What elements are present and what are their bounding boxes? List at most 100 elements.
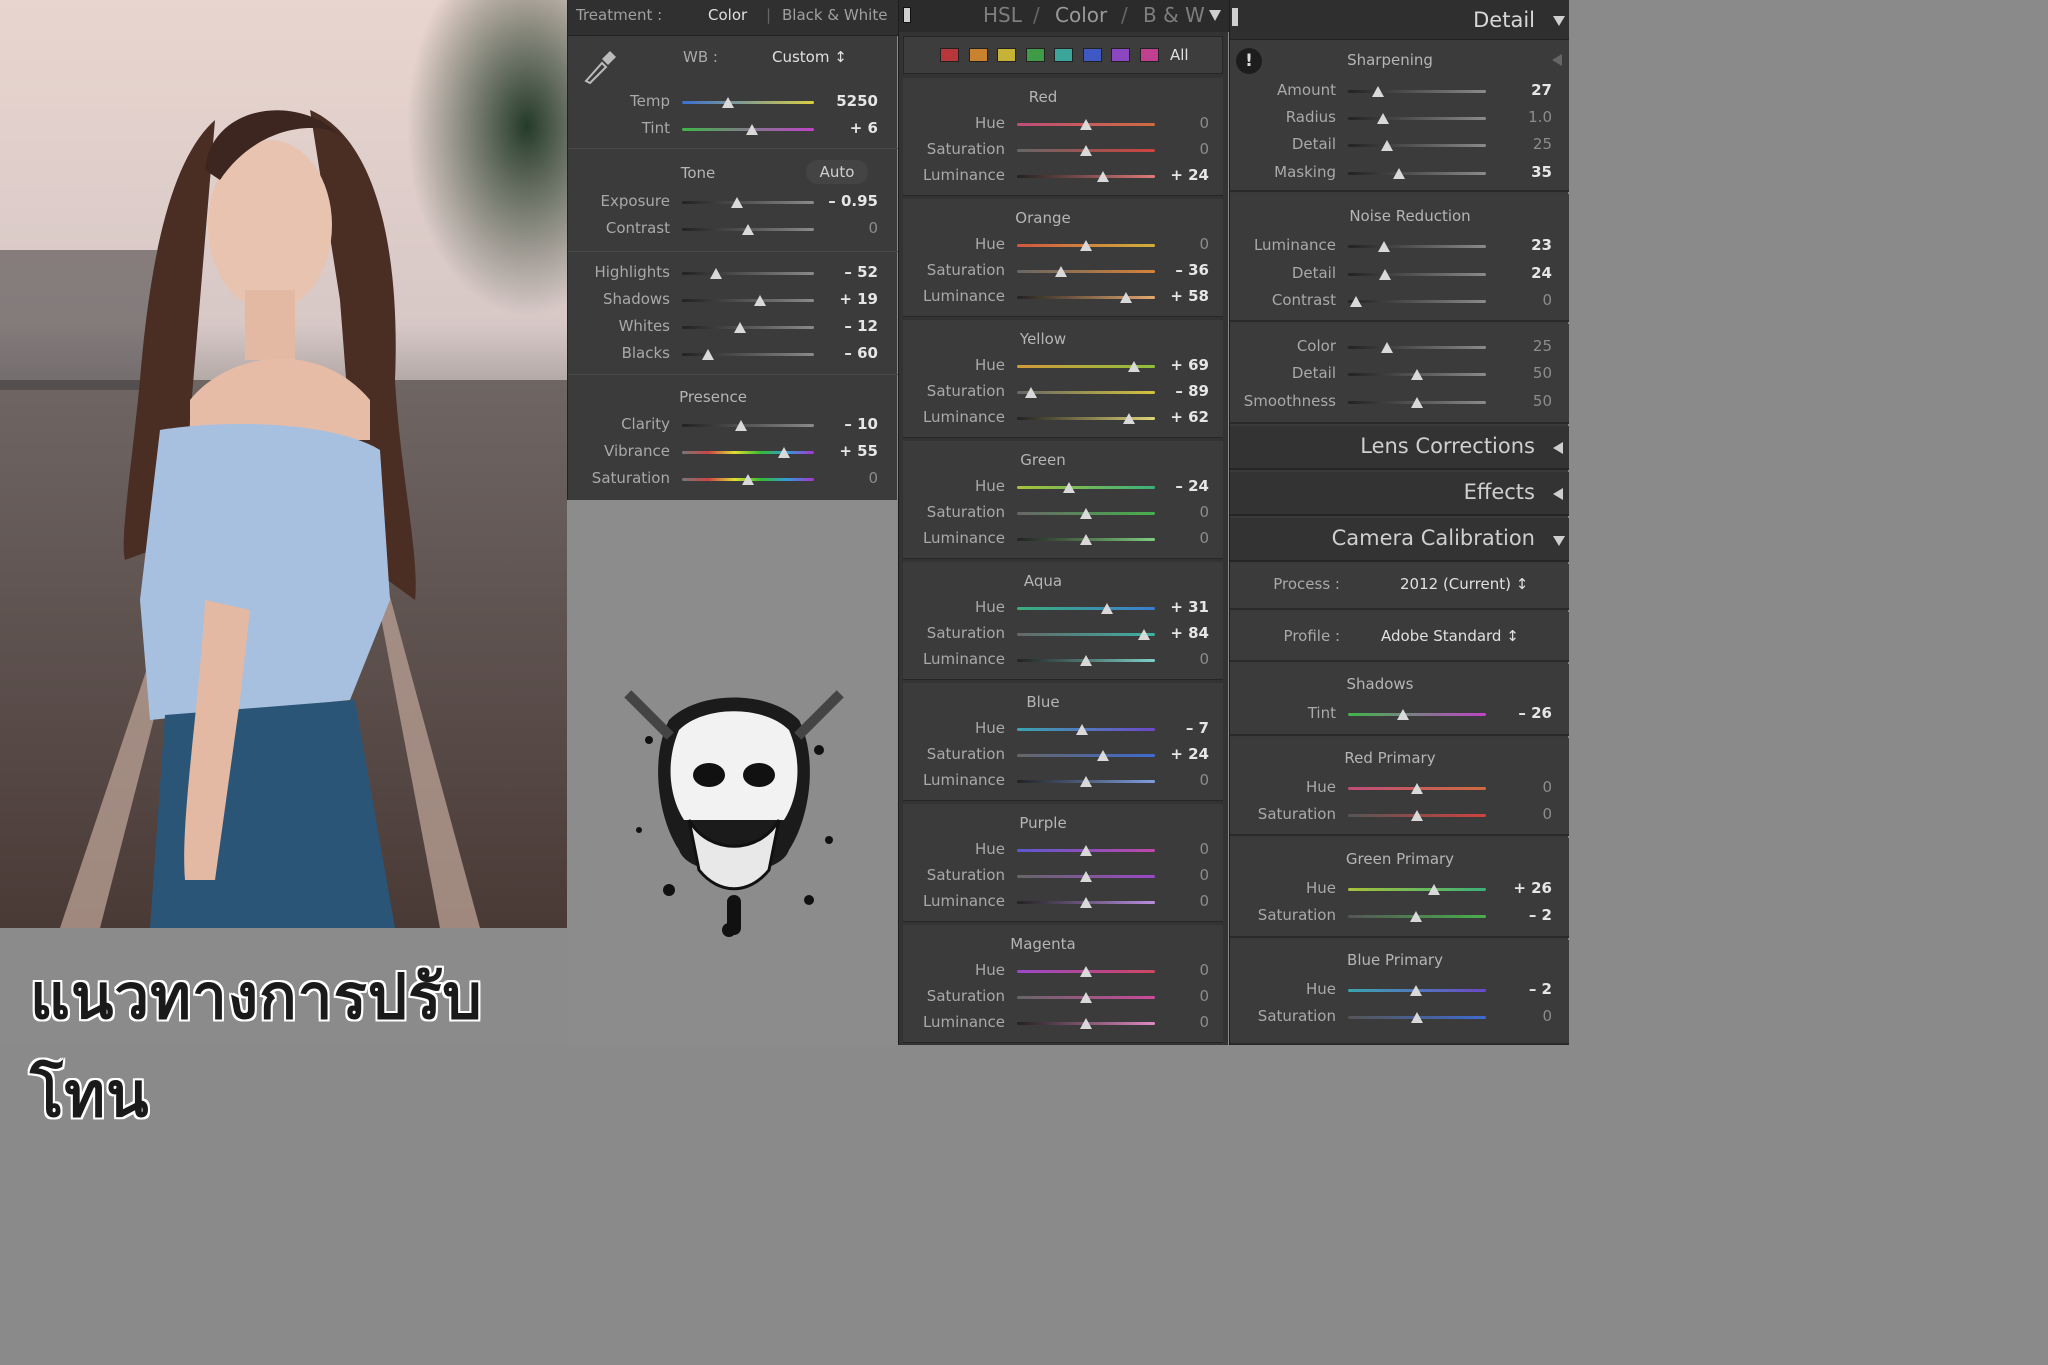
tab-hsl[interactable]: HSL [983, 3, 1022, 27]
blacks-slider-thumb[interactable] [702, 349, 715, 360]
magenta-hue-value[interactable]: 0 [1153, 961, 1209, 979]
color-swatch[interactable] [940, 48, 959, 62]
vibrance-slider-track[interactable] [682, 451, 814, 454]
yellow-hue-slider-thumb[interactable] [1128, 361, 1141, 372]
noise-nr_cdetail-slider-thumb[interactable] [1411, 369, 1423, 380]
red-hue-slider-thumb[interactable] [1080, 119, 1092, 130]
purple-saturation-slider-thumb[interactable] [1080, 871, 1092, 882]
eyedropper-icon[interactable] [578, 45, 620, 87]
purple-saturation-value[interactable]: 0 [1153, 866, 1209, 884]
blue-hue-value[interactable]: – 7 [1153, 719, 1209, 737]
magenta-luminance-slider-thumb[interactable] [1080, 1018, 1092, 1029]
orange-luminance-value[interactable]: + 58 [1153, 287, 1209, 305]
vibrance-value[interactable]: + 55 [818, 442, 878, 460]
magenta-saturation-slider-thumb[interactable] [1080, 992, 1092, 1003]
noise-nr_lum-slider-thumb[interactable] [1377, 241, 1390, 252]
green-saturation-slider-thumb[interactable] [1080, 508, 1092, 519]
sharpen-detail-slider-thumb[interactable] [1380, 140, 1393, 151]
green-hue-slider-thumb[interactable] [1063, 482, 1076, 493]
whites-value[interactable]: – 12 [818, 317, 878, 335]
aqua-hue-slider-track[interactable] [1017, 607, 1155, 610]
green-hue-slider-track[interactable] [1017, 486, 1155, 489]
calibration-header[interactable]: Camera Calibration [1230, 518, 1569, 562]
warning-icon[interactable]: ! [1236, 48, 1262, 74]
exposure-slider-track[interactable] [682, 201, 814, 204]
orange-hue-value[interactable]: 0 [1153, 235, 1209, 253]
shadows-value[interactable]: + 19 [818, 290, 878, 308]
purple-luminance-value[interactable]: 0 [1153, 892, 1209, 910]
green-sat-slider-thumb[interactable] [1409, 911, 1422, 922]
treatment-bw-button[interactable]: Black & White [782, 6, 887, 24]
process-dropdown[interactable]: 2012 (Current) ↕ [1400, 575, 1528, 593]
blue-sat-slider-thumb[interactable] [1411, 1012, 1423, 1023]
sharpen-masking-slider-thumb[interactable] [1393, 168, 1406, 179]
red-sat-slider-thumb[interactable] [1411, 810, 1423, 821]
clarity-slider-track[interactable] [682, 424, 814, 427]
shadows-slider-thumb[interactable] [753, 295, 766, 306]
orange-hue-slider-thumb[interactable] [1080, 240, 1092, 251]
auto-button[interactable]: Auto [806, 160, 868, 184]
sharpen-radius-value[interactable]: 1.0 [1488, 108, 1552, 126]
sharpen-masking-slider-track[interactable] [1348, 172, 1486, 175]
panel-switch-icon[interactable] [903, 7, 911, 23]
effects-header[interactable]: Effects [1230, 472, 1569, 516]
temp-slider-thumb[interactable] [722, 97, 735, 108]
blue-luminance-slider-thumb[interactable] [1080, 776, 1092, 787]
noise-nr_color-slider-track[interactable] [1348, 346, 1486, 349]
highlights-slider-thumb[interactable] [710, 268, 723, 279]
noise-nr_detail-slider-thumb[interactable] [1379, 269, 1392, 280]
lens-corrections-header[interactable]: Lens Corrections [1230, 426, 1569, 470]
red-luminance-slider-thumb[interactable] [1096, 171, 1109, 182]
all-button[interactable]: All [1170, 46, 1189, 64]
red-hue-value[interactable]: 0 [1153, 114, 1209, 132]
panel-switch-icon[interactable] [1232, 8, 1238, 26]
noise-nr_smooth-slider-thumb[interactable] [1411, 397, 1423, 408]
color-swatch[interactable] [1082, 48, 1102, 62]
purple-hue-value[interactable]: 0 [1153, 840, 1209, 858]
sharpen-amount-slider-track[interactable] [1348, 90, 1486, 93]
orange-saturation-slider-track[interactable] [1017, 270, 1155, 273]
blue-saturation-value[interactable]: + 24 [1153, 745, 1209, 763]
red-luminance-slider-track[interactable] [1017, 175, 1155, 178]
green-hue-slider-thumb[interactable] [1427, 884, 1440, 895]
contrast-value[interactable]: 0 [818, 219, 878, 237]
green-luminance-value[interactable]: 0 [1153, 529, 1209, 547]
orange-luminance-slider-thumb[interactable] [1120, 292, 1133, 303]
red-hue-slider-thumb[interactable] [1411, 783, 1423, 794]
vibrance-slider-thumb[interactable] [777, 447, 790, 458]
color-swatch[interactable] [1025, 48, 1045, 62]
blue-hue-slider-thumb[interactable] [1409, 985, 1422, 996]
clarity-slider-thumb[interactable] [735, 420, 748, 431]
clarity-value[interactable]: – 10 [818, 415, 878, 433]
calib-tint-slider-thumb[interactable] [1397, 709, 1410, 720]
noise-nr_detail-slider-track[interactable] [1348, 273, 1486, 276]
blue-sat-value[interactable]: 0 [1488, 1007, 1552, 1025]
collapse-down-icon[interactable] [1553, 16, 1565, 26]
tab-bw[interactable]: B & W [1143, 3, 1205, 27]
color-swatch[interactable] [1111, 48, 1130, 62]
temp-value[interactable]: 5250 [818, 92, 878, 110]
blue-luminance-value[interactable]: 0 [1153, 771, 1209, 789]
saturation-slider-thumb[interactable] [742, 474, 754, 485]
profile-dropdown[interactable]: Adobe Standard ↕ [1381, 627, 1519, 645]
contrast-slider-thumb[interactable] [742, 224, 754, 235]
whites-slider-track[interactable] [682, 326, 814, 329]
sharpen-radius-slider-track[interactable] [1348, 117, 1486, 120]
magenta-luminance-value[interactable]: 0 [1153, 1013, 1209, 1031]
calib-tint-value[interactable]: – 26 [1488, 704, 1552, 722]
orange-saturation-slider-thumb[interactable] [1055, 266, 1068, 277]
aqua-saturation-value[interactable]: + 84 [1153, 624, 1209, 642]
noise-nr_contrast-slider-track[interactable] [1348, 300, 1486, 303]
blue-hue-slider-thumb[interactable] [1075, 724, 1088, 735]
tab-color[interactable]: Color [1055, 3, 1107, 27]
tint-value[interactable]: + 6 [818, 119, 878, 137]
magenta-hue-slider-thumb[interactable] [1080, 966, 1092, 977]
blue-saturation-slider-thumb[interactable] [1096, 750, 1109, 761]
expand-left-icon[interactable] [1553, 488, 1563, 500]
sharpen-detail-slider-track[interactable] [1348, 144, 1486, 147]
shadows-slider-track[interactable] [682, 299, 814, 302]
aqua-luminance-value[interactable]: 0 [1153, 650, 1209, 668]
treatment-color-button[interactable]: Color [708, 6, 747, 24]
orange-luminance-slider-track[interactable] [1017, 296, 1155, 299]
yellow-saturation-value[interactable]: – 89 [1153, 382, 1209, 400]
